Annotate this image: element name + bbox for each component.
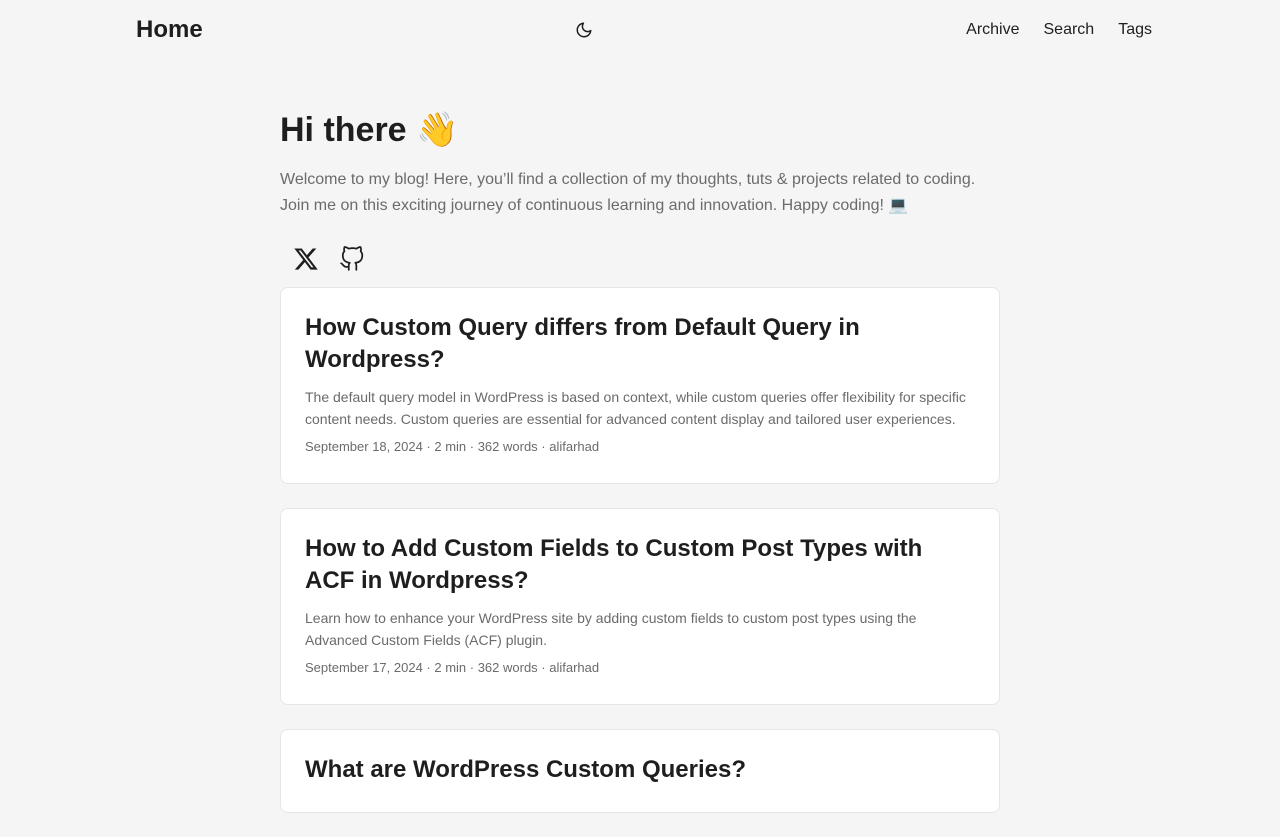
post-title[interactable]: How Custom Query differs from Default Qu… xyxy=(305,312,975,376)
site-header: Home Archive Search Tags xyxy=(0,0,1280,60)
x-icon xyxy=(294,248,318,270)
nav-tags-link[interactable]: Tags xyxy=(1118,19,1152,41)
social-links xyxy=(280,239,1000,279)
hero-title: Hi there 👋 xyxy=(280,111,459,149)
github-social-link[interactable] xyxy=(334,241,370,277)
x-social-link[interactable] xyxy=(288,241,324,277)
github-icon xyxy=(340,246,364,271)
post-summary: The default query model in WordPress is … xyxy=(305,389,966,427)
post-title[interactable]: How to Add Custom Fields to Custom Post … xyxy=(305,533,975,597)
nav-search-link[interactable]: Search xyxy=(1044,19,1095,41)
main-nav: Archive Search Tags xyxy=(966,19,1152,41)
hero-description: Welcome to my blog! Here, you’ll find a … xyxy=(280,171,976,214)
nav-archive-link[interactable]: Archive xyxy=(966,19,1019,41)
hero-section: Hi there 👋 Welcome to my blog! Here, you… xyxy=(280,110,1000,279)
post-meta: September 18, 2024 · 2 min · 362 words ·… xyxy=(305,439,600,454)
post-summary: Learn how to enhance your WordPress site… xyxy=(305,610,917,648)
main-content: Hi there 👋 Welcome to my blog! Here, you… xyxy=(280,60,1000,837)
post-card[interactable]: What are WordPress Custom Queries? xyxy=(280,729,1000,813)
post-card[interactable]: How Custom Query differs from Default Qu… xyxy=(280,287,1000,484)
moon-icon xyxy=(576,22,592,38)
home-logo-link[interactable]: Home xyxy=(136,16,203,44)
post-meta: September 17, 2024 · 2 min · 362 words ·… xyxy=(305,660,600,675)
post-list: How Custom Query differs from Default Qu… xyxy=(280,287,1000,813)
post-card[interactable]: How to Add Custom Fields to Custom Post … xyxy=(280,508,1000,705)
theme-toggle-button[interactable] xyxy=(573,19,595,41)
post-title[interactable]: What are WordPress Custom Queries? xyxy=(305,754,975,786)
